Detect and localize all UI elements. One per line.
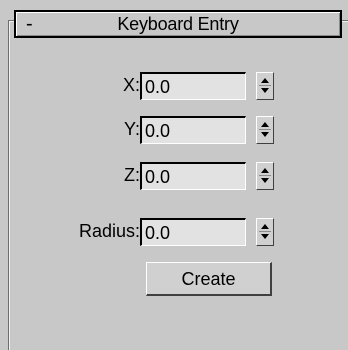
y-spinner[interactable]: [256, 116, 274, 144]
spinner-divider: [259, 129, 271, 130]
z-row: Z:: [0, 162, 348, 190]
spinner-up-arrow-icon[interactable]: [261, 224, 269, 229]
x-input[interactable]: [140, 72, 246, 100]
x-spinner[interactable]: [256, 72, 274, 100]
spinner-down-arrow-icon[interactable]: [261, 88, 269, 93]
frame-edge-right: [344, 20, 348, 21]
z-label: Z:: [124, 165, 140, 185]
y-label: Y:: [123, 119, 140, 139]
radius-row: Radius:: [0, 218, 348, 246]
x-row: X:: [0, 72, 348, 100]
z-input[interactable]: [140, 162, 246, 190]
spinner-divider: [259, 175, 271, 176]
spinner-down-arrow-icon[interactable]: [261, 234, 269, 239]
spinner-up-arrow-icon[interactable]: [261, 78, 269, 83]
y-row: Y:: [0, 116, 348, 144]
spinner-down-arrow-icon[interactable]: [261, 178, 269, 183]
spinner-up-arrow-icon[interactable]: [261, 122, 269, 127]
z-spinner[interactable]: [256, 162, 274, 190]
rollout-title: Keyboard Entry: [117, 14, 239, 34]
rollout-header-keyboard-entry[interactable]: - Keyboard Entry: [14, 10, 342, 38]
x-label: X:: [122, 75, 140, 95]
radius-input[interactable]: [140, 218, 246, 246]
spinner-divider: [259, 85, 271, 86]
y-input[interactable]: [140, 116, 246, 144]
spinner-divider: [259, 231, 271, 232]
create-button[interactable]: Create: [146, 262, 272, 296]
radius-spinner[interactable]: [256, 218, 274, 246]
radius-label: Radius:: [78, 221, 140, 241]
spinner-up-arrow-icon[interactable]: [261, 168, 269, 173]
spinner-down-arrow-icon[interactable]: [261, 132, 269, 137]
